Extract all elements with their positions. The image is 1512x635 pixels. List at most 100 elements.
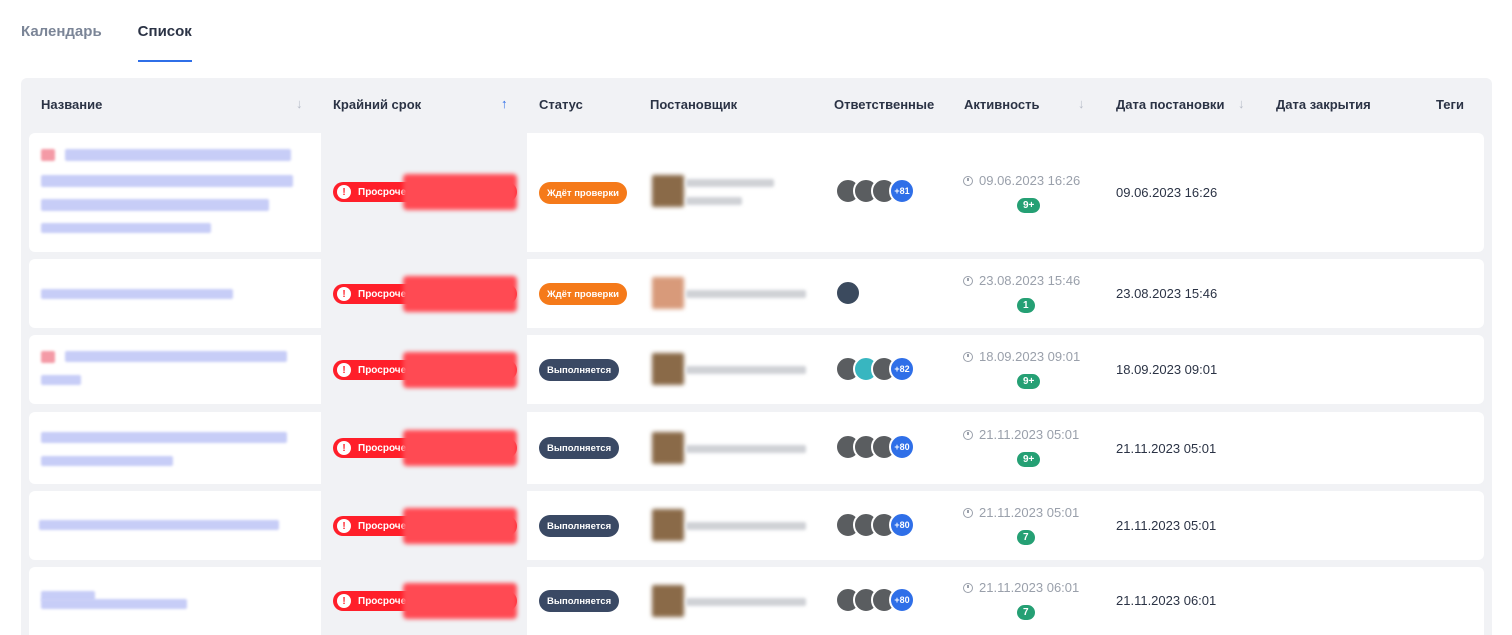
assignees-more-badge[interactable]: +82: [889, 356, 915, 382]
activity-cell: 21.11.2023 05:01 7: [963, 505, 1093, 545]
assignees-more-badge[interactable]: +80: [889, 434, 915, 460]
column-header-creator[interactable]: Постановщик: [650, 97, 737, 112]
status-badge: Выполняется: [539, 515, 620, 537]
column-header-name[interactable]: Название: [41, 97, 102, 112]
task-title[interactable]: [41, 199, 269, 211]
alert-icon: !: [337, 287, 351, 301]
task-title[interactable]: [65, 149, 291, 161]
assignees-group[interactable]: +80: [835, 587, 915, 613]
tab-calendar[interactable]: Календарь: [21, 0, 102, 64]
alert-icon: !: [337, 363, 351, 377]
column-header-activity[interactable]: Активность: [964, 97, 1039, 112]
assignees-more-badge[interactable]: +81: [889, 178, 915, 204]
created-date: 21.11.2023 06:01: [1116, 593, 1217, 608]
tab-list[interactable]: Список: [137, 0, 192, 62]
view-tabs: Календарь Список: [21, 0, 228, 64]
task-title[interactable]: [41, 599, 187, 609]
overdue-label: Просроче: [358, 595, 407, 607]
column-header-created[interactable]: Дата постановки: [1116, 97, 1224, 112]
table-row[interactable]: ! Просроче Выполняется +80 21.11.2023 05…: [29, 486, 1484, 565]
task-title[interactable]: [39, 520, 279, 530]
assignees-group[interactable]: [835, 280, 861, 306]
column-header-closed[interactable]: Дата закрытия: [1276, 97, 1371, 112]
alert-icon: !: [337, 441, 351, 455]
overdue-label: Просроче: [358, 186, 407, 198]
status-badge: Выполняется: [539, 437, 620, 459]
deadline-overdue-badge: ! Просроче: [333, 276, 517, 312]
assignees-more-badge[interactable]: +80: [889, 587, 915, 613]
table-row[interactable]: ! Просроче Выполняется +80 21.11.2023 05…: [29, 407, 1484, 489]
column-header-status[interactable]: Статус: [539, 97, 583, 112]
task-title[interactable]: [41, 456, 173, 466]
avatar: [835, 280, 861, 306]
alert-icon: !: [337, 594, 351, 608]
column-header-tags[interactable]: Теги: [1436, 97, 1464, 112]
creator-avatar: [652, 585, 684, 617]
sort-up-icon[interactable]: ↑: [501, 96, 508, 111]
sort-down-icon[interactable]: ↓: [1238, 96, 1245, 111]
activity-time: 09.06.2023 16:26: [979, 173, 1081, 188]
deadline-date: [403, 174, 517, 210]
task-title[interactable]: [41, 375, 81, 385]
table-row[interactable]: ! Просроче Ждёт проверки +81 09.06.2023 …: [29, 128, 1484, 257]
created-date: 21.11.2023 05:01: [1116, 518, 1217, 533]
deadline-date: [403, 430, 517, 466]
activity-cell: 21.11.2023 05:01 9+: [963, 427, 1093, 467]
activity-count-badge: 9+: [1017, 198, 1041, 213]
table-row[interactable]: ! Просроче Выполняется +80 21.11.2023 06…: [29, 562, 1484, 635]
tasks-table: Название ↓ Крайний срок ↑ Статус Постано…: [21, 78, 1492, 635]
table-row[interactable]: ! Просроче Выполняется +82 18.09.2023 09…: [29, 330, 1484, 409]
task-title[interactable]: [41, 223, 211, 233]
deadline-date: [403, 352, 517, 388]
creator-name: [686, 290, 806, 298]
overdue-label: Просроче: [358, 364, 407, 376]
overdue-label: Просроче: [358, 442, 407, 454]
priority-flag-icon: [41, 351, 55, 363]
clock-icon: [963, 351, 973, 362]
table-row[interactable]: ! Просроче Ждёт проверки 23.08.2023 15:4…: [29, 254, 1484, 333]
clock-icon: [963, 582, 973, 593]
activity-count-badge: 9+: [1017, 374, 1041, 389]
deadline-overdue-badge: ! Просроче: [333, 174, 517, 210]
activity-cell: 21.11.2023 06:01 7: [963, 580, 1093, 620]
clock-icon: [963, 275, 973, 286]
status-badge: Выполняется: [539, 590, 620, 612]
assignees-more-badge[interactable]: +80: [889, 512, 915, 538]
deadline-date: [403, 276, 517, 312]
created-date: 18.09.2023 09:01: [1116, 362, 1218, 377]
column-header-assignees[interactable]: Ответственные: [834, 97, 934, 112]
activity-cell: 18.09.2023 09:01 9+: [963, 349, 1093, 389]
status-badge: Ждёт проверки: [539, 283, 627, 305]
activity-cell: 23.08.2023 15:46 1: [963, 273, 1093, 313]
overdue-label: Просроче: [358, 288, 407, 300]
activity-time: 21.11.2023 06:01: [979, 580, 1080, 595]
activity-time: 18.09.2023 09:01: [979, 349, 1081, 364]
task-title[interactable]: [65, 351, 287, 362]
creator-avatar: [652, 353, 684, 385]
assignees-group[interactable]: +80: [835, 512, 915, 538]
activity-cell: 09.06.2023 16:26 9+: [963, 173, 1093, 213]
task-title[interactable]: [41, 175, 293, 187]
created-date: 21.11.2023 05:01: [1116, 441, 1217, 456]
creator-name: [686, 522, 806, 530]
clock-icon: [963, 507, 973, 518]
creator-avatar: [652, 277, 684, 309]
deadline-overdue-badge: ! Просроче: [333, 583, 517, 619]
assignees-group[interactable]: +80: [835, 434, 915, 460]
deadline-date: [403, 583, 517, 619]
creator-avatar: [652, 175, 684, 207]
task-title[interactable]: [41, 289, 233, 299]
alert-icon: !: [337, 185, 351, 199]
creator-name: [686, 179, 774, 187]
assignees-group[interactable]: +81: [835, 178, 915, 204]
column-header-deadline[interactable]: Крайний срок: [333, 97, 421, 112]
creator-name: [686, 598, 806, 606]
assignees-group[interactable]: +82: [835, 356, 915, 382]
deadline-overdue-badge: ! Просроче: [333, 430, 517, 466]
sort-down-icon[interactable]: ↓: [296, 96, 303, 111]
sort-down-icon[interactable]: ↓: [1078, 96, 1085, 111]
creator-name: [686, 366, 806, 374]
status-badge: Выполняется: [539, 359, 620, 381]
deadline-overdue-badge: ! Просроче: [333, 352, 517, 388]
task-title[interactable]: [41, 432, 287, 443]
